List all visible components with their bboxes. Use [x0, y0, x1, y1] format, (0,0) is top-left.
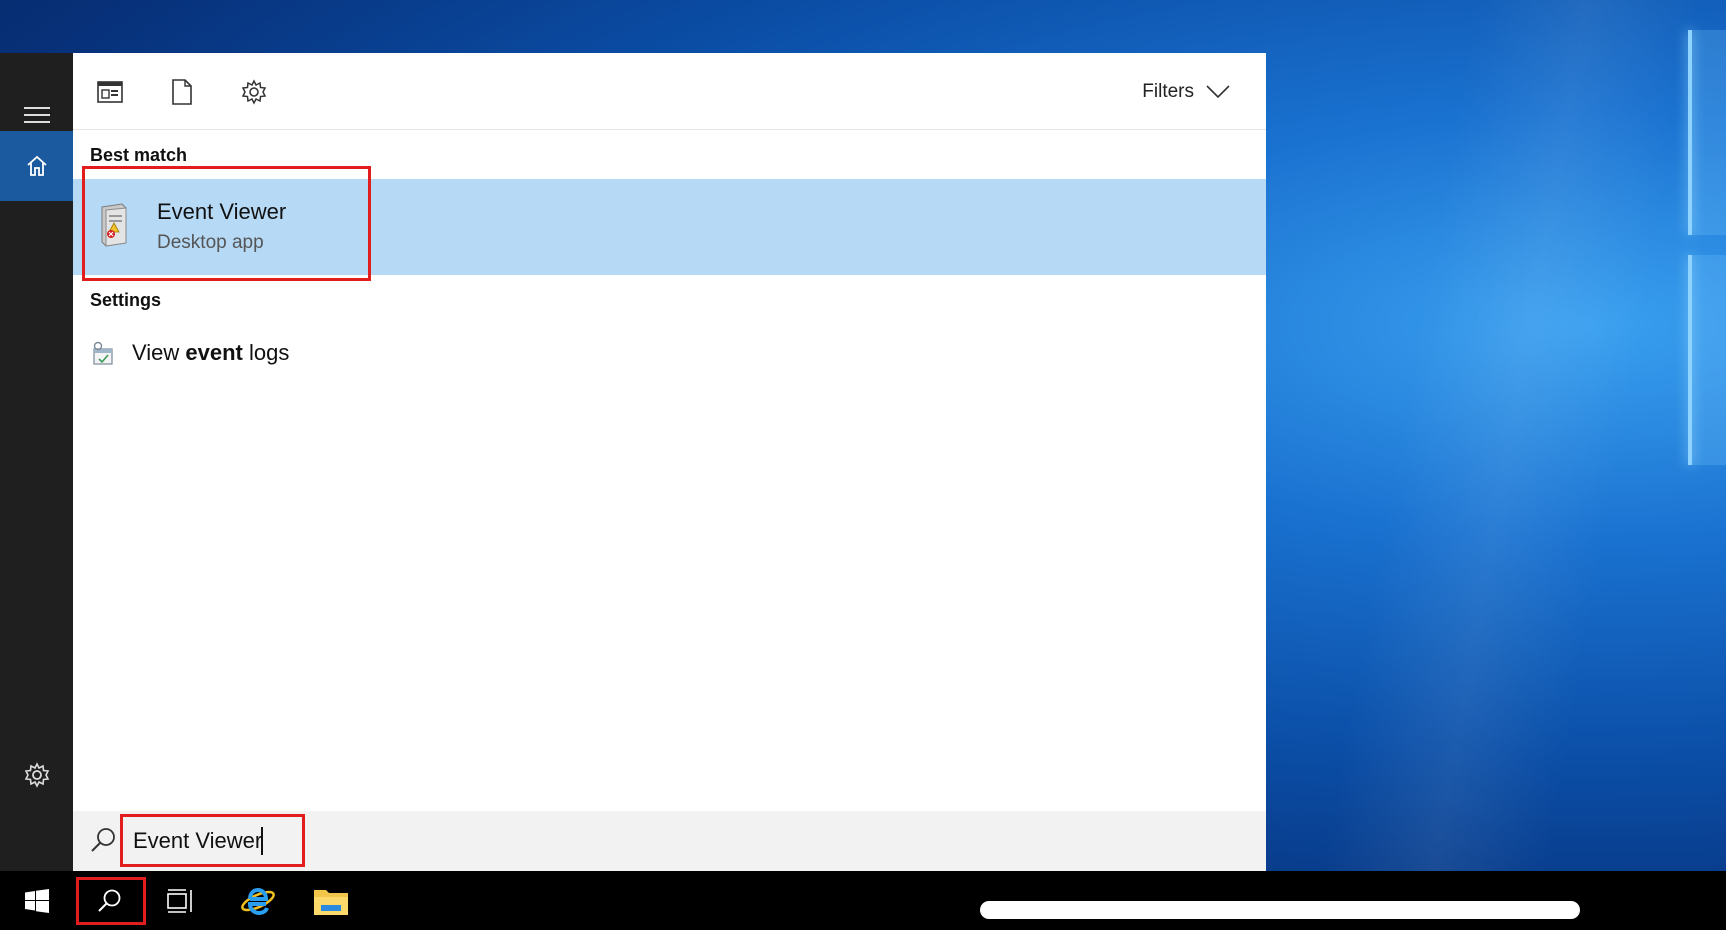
- chevron-down-icon: [1206, 85, 1230, 99]
- settings-filter-button[interactable]: [239, 77, 269, 107]
- wallpaper-window-pane: [1690, 255, 1726, 465]
- documents-icon: [172, 79, 192, 105]
- label-suffix: logs: [242, 340, 290, 365]
- task-view-icon: [167, 888, 192, 913]
- view-event-logs-result[interactable]: View event logs: [90, 333, 289, 373]
- filters-label: Filters: [1142, 81, 1194, 102]
- wallpaper-light-edge: [1688, 30, 1692, 235]
- annotation-box-best-match: [82, 166, 371, 281]
- search-icon: [91, 828, 115, 852]
- annotation-box-taskbar-search: [76, 877, 146, 925]
- internet-explorer-icon: [241, 887, 275, 915]
- apps-icon: [97, 81, 123, 103]
- annotation-box-search-input: [120, 814, 305, 867]
- label-bold-term: event: [185, 340, 243, 365]
- hamburger-icon: [23, 107, 50, 123]
- home-icon: [26, 155, 47, 176]
- event-logs-settings-icon: [93, 341, 113, 365]
- filters-dropdown[interactable]: Filters: [1142, 81, 1230, 103]
- windows-start-icon: [25, 888, 49, 913]
- start-search-panel: Filters Best match Event Viewer Desktop …: [0, 53, 1266, 871]
- task-view-button[interactable]: [148, 871, 214, 930]
- file-explorer-button[interactable]: [298, 871, 364, 930]
- start-rail: [0, 53, 73, 871]
- label-prefix: View: [132, 340, 186, 365]
- internet-explorer-button[interactable]: [225, 871, 291, 930]
- apps-filter-button[interactable]: [95, 77, 125, 107]
- settings-icon: [241, 79, 267, 105]
- settings-gear-icon: [24, 762, 49, 788]
- wallpaper-window-pane: [1690, 30, 1726, 235]
- settings-rail-button[interactable]: [0, 740, 73, 810]
- search-filter-toolbar: Filters: [73, 53, 1266, 130]
- settings-header: Settings: [90, 290, 162, 310]
- home-button[interactable]: [0, 131, 73, 201]
- best-match-header: Best match: [90, 145, 188, 165]
- wallpaper-light-edge: [1688, 255, 1692, 465]
- view-event-logs-label: View event logs: [132, 340, 289, 366]
- overlay-scrollbar[interactable]: [980, 901, 1580, 919]
- documents-filter-button[interactable]: [167, 77, 197, 107]
- file-explorer-icon: [314, 889, 348, 915]
- start-button[interactable]: [4, 871, 70, 930]
